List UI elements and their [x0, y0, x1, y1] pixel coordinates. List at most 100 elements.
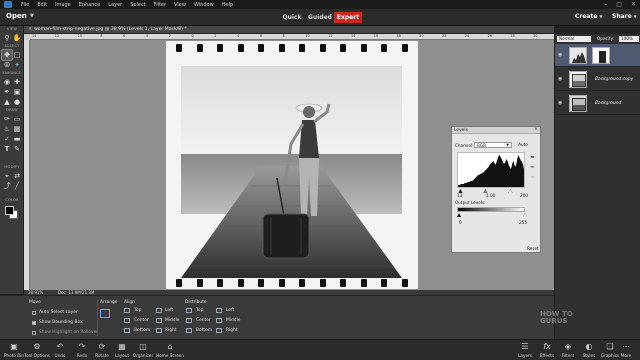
marquee-tool-icon[interactable]: □: [12, 50, 22, 60]
distribute-top-icon[interactable]: [186, 308, 192, 313]
distribute-center-label[interactable]: Center: [196, 318, 211, 323]
layer-row-background-copy[interactable]: ◉ Background copy: [555, 68, 640, 91]
maximize-icon[interactable]: □: [616, 1, 622, 8]
align-center-label[interactable]: Center: [134, 318, 149, 323]
opacity-input[interactable]: 100%: [619, 36, 639, 42]
align-top-icon[interactable]: [124, 308, 130, 313]
distribute-middle-label[interactable]: Middle: [226, 318, 241, 323]
layer-mask-thumbnail[interactable]: [592, 47, 610, 64]
type-tool-icon[interactable]: T: [2, 144, 12, 154]
gradient-tool-icon[interactable]: ▩: [12, 124, 22, 134]
menu-help[interactable]: Help: [219, 2, 236, 8]
output-black-value[interactable]: 0: [459, 220, 462, 225]
menu-select[interactable]: Select: [127, 2, 148, 8]
share-button[interactable]: Share ▼: [612, 13, 637, 20]
distribute-bottom-label[interactable]: Bottom: [196, 328, 212, 333]
gray-point-eyedropper-icon[interactable]: ✒: [530, 164, 535, 171]
distribute-bottom-icon[interactable]: [186, 328, 192, 333]
input-gamma-value[interactable]: 1.00: [486, 193, 495, 198]
visibility-eye-icon[interactable]: ◉: [558, 76, 562, 82]
distribute-right-label[interactable]: Right: [226, 328, 238, 333]
output-white-value[interactable]: 255: [519, 220, 527, 225]
eraser-tool-icon[interactable]: ▭: [12, 114, 22, 124]
hand-tool-icon[interactable]: ✋: [12, 33, 22, 43]
brush-tool-icon[interactable]: ✑: [2, 114, 12, 124]
menu-filter[interactable]: Filter: [151, 2, 169, 8]
input-black-value[interactable]: 13: [457, 193, 462, 198]
white-point-eyedropper-icon[interactable]: ✒: [530, 174, 535, 181]
distribute-middle-icon[interactable]: [216, 318, 222, 323]
align-left-icon[interactable]: [156, 308, 162, 313]
zoom-tool-icon[interactable]: ⚲: [2, 33, 12, 43]
auto-button[interactable]: Auto: [516, 142, 530, 148]
distribute-left-label[interactable]: Left: [226, 308, 234, 313]
layer-row-background[interactable]: ◉ Background: [555, 92, 640, 115]
close-icon[interactable]: ×: [534, 127, 538, 132]
align-middle-icon[interactable]: [156, 318, 162, 323]
smart-brush-tool-icon[interactable]: ✒: [2, 87, 12, 97]
menu-layer[interactable]: Layer: [105, 2, 125, 8]
align-right-icon[interactable]: [156, 328, 162, 333]
layer-row-levels[interactable]: ◉: [555, 44, 640, 67]
tab-expert[interactable]: Expert: [334, 12, 362, 23]
blend-mode-select[interactable]: Normal: [557, 36, 591, 42]
visibility-eye-icon[interactable]: ◉: [558, 52, 562, 58]
spot-healing-tool-icon[interactable]: ✚: [12, 77, 22, 87]
close-icon[interactable]: ×: [28, 26, 32, 32]
menu-image[interactable]: Image: [52, 2, 74, 8]
more-button[interactable]: ⋯ More: [614, 341, 638, 358]
document-tab[interactable]: × woman-film-strip-negative.jpg @ 38.9% …: [24, 26, 554, 34]
straighten-tool-icon[interactable]: ╱: [12, 181, 22, 191]
tab-guided[interactable]: Guided: [306, 12, 334, 23]
quick-selection-tool-icon[interactable]: ✦: [12, 60, 22, 70]
tab-quick[interactable]: Quick: [278, 12, 306, 23]
distribute-right-icon[interactable]: [216, 328, 222, 333]
distribute-center-icon[interactable]: [186, 318, 192, 323]
black-point-eyedropper-icon[interactable]: ✒: [530, 154, 535, 161]
menu-file[interactable]: File: [18, 2, 32, 8]
show-bounding-box-checkbox[interactable]: [32, 321, 36, 325]
move-tool-icon[interactable]: ✥: [1, 49, 13, 61]
lasso-tool-icon[interactable]: ⦾: [2, 60, 12, 70]
channel-select[interactable]: RGB ▼: [474, 142, 512, 148]
input-white-value[interactable]: 200: [520, 193, 528, 198]
open-button[interactable]: Open: [6, 12, 27, 20]
color-picker-tool-icon[interactable]: ✓: [2, 134, 12, 144]
menu-window[interactable]: Window: [191, 2, 217, 8]
distribute-left-icon[interactable]: [216, 308, 222, 313]
arrange-icon[interactable]: [100, 309, 110, 318]
align-center-icon[interactable]: [124, 318, 130, 323]
align-top-label[interactable]: Top: [134, 308, 141, 313]
close-window-icon[interactable]: ✕: [631, 1, 636, 8]
chevron-down-icon[interactable]: ▼: [30, 13, 34, 19]
menu-view[interactable]: View: [171, 2, 189, 8]
menu-edit[interactable]: Edit: [34, 2, 50, 8]
minimize-icon[interactable]: –: [604, 1, 607, 8]
align-bottom-icon[interactable]: [124, 328, 130, 333]
blur-tool-icon[interactable]: ▲: [2, 97, 12, 107]
visibility-eye-icon[interactable]: ◉: [558, 100, 562, 106]
align-bottom-label[interactable]: Bottom: [134, 328, 150, 333]
content-aware-move-tool-icon[interactable]: ⤴: [2, 181, 12, 191]
eye-tool-icon[interactable]: ◉: [2, 77, 12, 87]
show-highlight-checkbox[interactable]: [32, 331, 36, 335]
recompose-tool-icon[interactable]: ⇄: [12, 171, 22, 181]
clone-stamp-tool-icon[interactable]: ▣: [12, 87, 22, 97]
auto-select-layer-checkbox[interactable]: [32, 311, 36, 315]
foreground-color-swatch[interactable]: [5, 206, 14, 215]
sponge-tool-icon[interactable]: ●: [12, 97, 22, 107]
levels-titlebar[interactable]: Levels ×: [452, 127, 540, 134]
distribute-top-label[interactable]: Top: [196, 308, 203, 313]
pencil-tool-icon[interactable]: ✎: [12, 144, 22, 154]
organizer-button[interactable]: ◫ Organizer: [129, 341, 157, 358]
create-button[interactable]: Create ▼: [575, 13, 603, 20]
shape-tool-icon[interactable]: ▬: [12, 134, 22, 144]
output-levels-gradient[interactable]: [457, 207, 525, 212]
align-left-label[interactable]: Left: [165, 308, 173, 313]
align-middle-label[interactable]: Middle: [165, 318, 180, 323]
align-right-label[interactable]: Right: [165, 328, 177, 333]
crop-tool-icon[interactable]: ⌖: [2, 171, 12, 181]
home-screen-button[interactable]: ⌂ Home Screen: [154, 341, 186, 358]
reset-button[interactable]: Reset: [527, 246, 539, 251]
paint-bucket-tool-icon[interactable]: ♨: [2, 124, 12, 134]
